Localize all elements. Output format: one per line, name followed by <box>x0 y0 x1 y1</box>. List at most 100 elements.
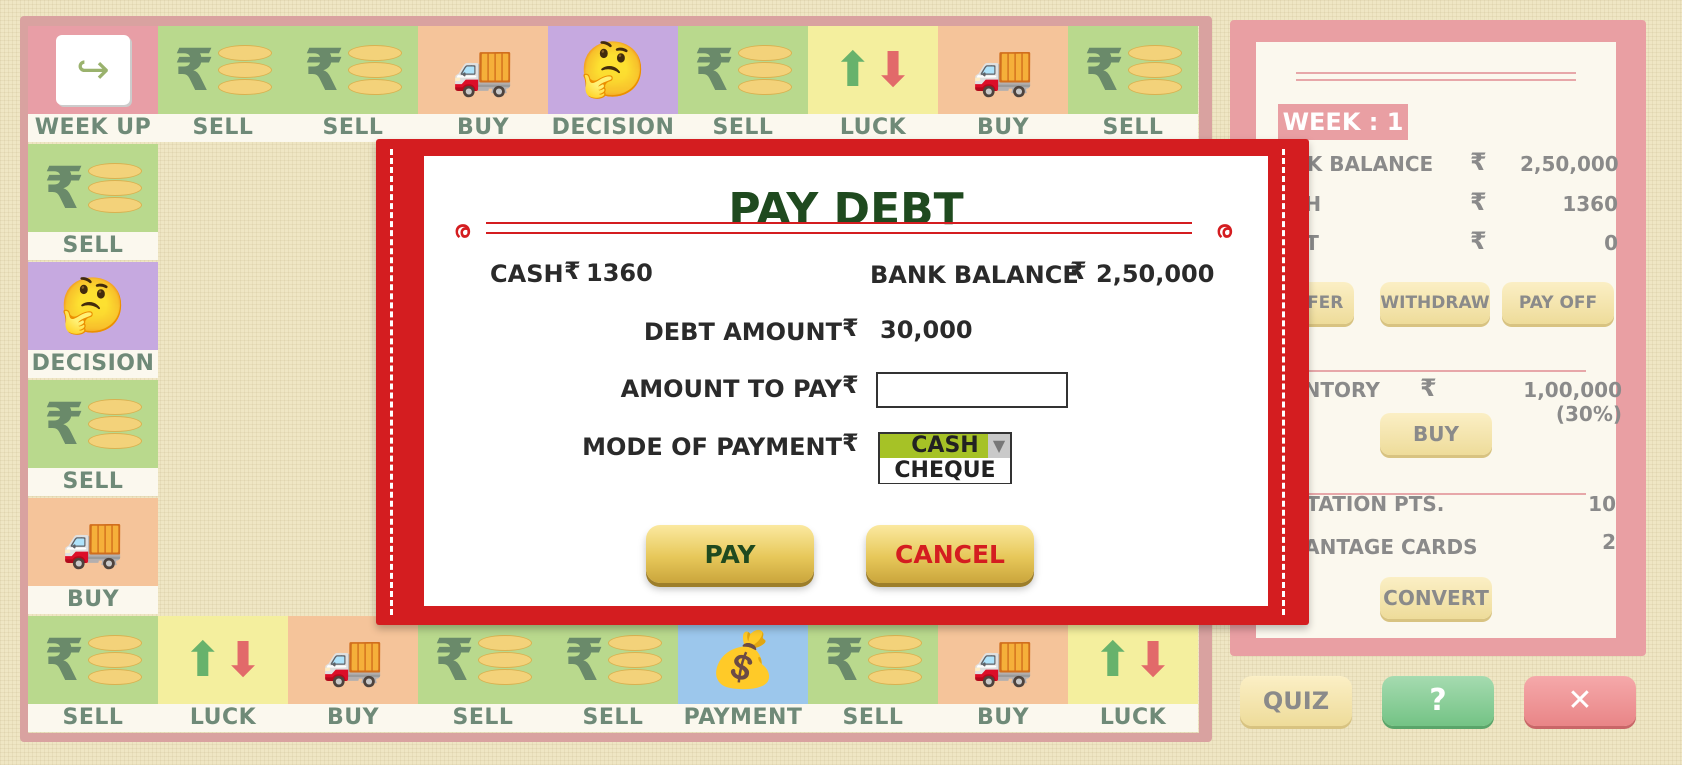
pay-debt-dialog: PAY DEBT ര ര CASH ₹ 1360 BANK BALANCE ₹ … <box>376 139 1309 625</box>
board-tile-luck: ⬆⬇ LUCK <box>1068 616 1198 734</box>
tile-label: SELL <box>1068 114 1198 142</box>
rupee-icon: ₹ <box>1470 148 1487 176</box>
tile-label: SELL <box>28 704 158 732</box>
truck-icon: 🚚 <box>288 616 418 704</box>
rupee-coins-icon: ₹ <box>808 616 938 704</box>
board-tile-week-up: ↪ WEEK UP <box>28 26 158 144</box>
swirl-ornament-left-icon: ര <box>454 218 470 243</box>
tile-label: WEEK UP <box>28 114 158 142</box>
buy-inventory-button[interactable]: BUY <box>1380 413 1492 455</box>
convert-button[interactable]: CONVERT <box>1380 577 1492 619</box>
pay-button[interactable]: PAY <box>646 525 814 583</box>
quiz-button[interactable]: QUIZ <box>1240 676 1352 726</box>
mode-of-payment-label: MODE OF PAYMENT <box>582 433 842 461</box>
rupee-icon: ₹ <box>1420 374 1437 402</box>
board-tile-sell: ₹ SELL <box>808 616 938 734</box>
dialog-body: PAY DEBT ര ര CASH ₹ 1360 BANK BALANCE ₹ … <box>424 156 1268 606</box>
cash-value: 1360 <box>1562 192 1618 216</box>
title-rule <box>486 232 1192 234</box>
tile-label: BUY <box>418 114 548 142</box>
debt-amount-value: 30,000 <box>880 316 973 344</box>
close-button[interactable]: ✕ <box>1524 676 1636 726</box>
thumbs-arrows-icon: ⬆⬇ <box>158 616 288 704</box>
tile-label: LUCK <box>1068 704 1198 732</box>
truck-icon: 🚚 <box>418 26 548 114</box>
board-tile-sell: ₹ SELL <box>678 26 808 144</box>
bank-balance-label: NK BALANCE <box>1290 152 1434 176</box>
truck-icon: 🚚 <box>28 498 158 586</box>
bank-balance-value: 2,50,000 <box>1096 260 1215 288</box>
reputation-label: UTATION PTS. <box>1290 492 1445 516</box>
bank-balance-label: BANK BALANCE <box>870 261 1079 289</box>
payment-mode-select[interactable]: CASH ▼ CHEQUE <box>878 432 1012 484</box>
board-tile-buy: 🚚 BUY <box>938 616 1068 734</box>
tile-label: SELL <box>548 704 678 732</box>
tile-label: LUCK <box>808 114 938 142</box>
tile-label: PAYMENT <box>678 704 808 732</box>
board-tile-sell: ₹ SELL <box>158 26 288 144</box>
pay-off-button[interactable]: PAY OFF <box>1502 282 1614 324</box>
withdraw-button[interactable]: WITHDRAW <box>1380 282 1490 324</box>
rupee-icon: ₹ <box>1070 257 1087 285</box>
rupee-icon: ₹ <box>1470 227 1487 255</box>
title-rule <box>486 222 1192 224</box>
tile-label: DECISION <box>548 114 678 142</box>
stitch-border-right <box>1282 149 1307 615</box>
tile-label: SELL <box>288 114 418 142</box>
board-tile-luck: ⬆⬇ LUCK <box>158 616 288 734</box>
week-badge: WEEK : 1 <box>1278 104 1408 140</box>
debt-value: 0 <box>1604 231 1618 255</box>
thumbs-arrows-icon: ⬆⬇ <box>1068 616 1198 704</box>
reputation-value: 10 <box>1588 492 1616 516</box>
rupee-coins-icon: ₹ <box>1068 26 1198 114</box>
cash-value: 1360 <box>586 259 653 287</box>
rupee-coins-icon: ₹ <box>158 26 288 114</box>
swirl-ornament-right-icon: ര <box>1216 218 1232 243</box>
tile-label: BUY <box>938 114 1068 142</box>
moneybag-gavel-icon: 💰 <box>678 616 808 704</box>
board-tile-decision: 🤔 DECISION <box>28 262 158 380</box>
calendar-arrow-icon: ↪ <box>28 26 158 114</box>
board-tile-sell: ₹ SELL <box>548 616 678 734</box>
board-tile-sell: ₹ SELL <box>1068 26 1198 144</box>
divider <box>1286 370 1586 372</box>
dropdown-arrow-icon[interactable]: ▼ <box>988 434 1010 458</box>
rupee-icon: ₹ <box>842 371 859 399</box>
board-tile-payment: 💰 PAYMENT <box>678 616 808 734</box>
advantage-cards-value: 2 <box>1602 530 1616 554</box>
ornament-rule <box>1296 79 1576 81</box>
rupee-icon: ₹ <box>842 314 859 342</box>
tile-label: SELL <box>808 704 938 732</box>
rupee-coins-icon: ₹ <box>28 380 158 468</box>
board-tile-sell: ₹ SELL <box>28 144 158 262</box>
rupee-icon: ₹ <box>564 257 581 285</box>
amount-to-pay-input[interactable] <box>876 372 1068 408</box>
thinking-face-icon: 🤔 <box>548 26 678 114</box>
board-tile-sell: ₹ SELL <box>28 616 158 734</box>
tile-label: BUY <box>288 704 418 732</box>
truck-icon: 🚚 <box>938 616 1068 704</box>
rupee-icon: ₹ <box>1470 188 1487 216</box>
rupee-coins-icon: ₹ <box>548 616 678 704</box>
rupee-coins-icon: ₹ <box>28 616 158 704</box>
debt-amount-label: DEBT AMOUNT <box>643 318 842 346</box>
tile-label: SELL <box>418 704 548 732</box>
board-tile-buy: 🚚 BUY <box>28 498 158 616</box>
amount-to-pay-label: AMOUNT TO PAY <box>620 375 842 403</box>
rupee-coins-icon: ₹ <box>418 616 548 704</box>
board-tile-buy: 🚚 BUY <box>418 26 548 144</box>
advantage-cards-label: VANTAGE CARDS <box>1290 535 1478 559</box>
cash-label: CASH <box>490 260 564 288</box>
board-tile-decision: 🤔 DECISION <box>548 26 678 144</box>
tile-label: SELL <box>28 468 158 496</box>
tile-label: SELL <box>678 114 808 142</box>
help-button[interactable]: ? <box>1382 676 1494 726</box>
bank-balance-value: 2,50,000 <box>1520 152 1619 176</box>
payment-mode-option-cheque[interactable]: CHEQUE <box>880 459 1010 483</box>
board-tile-sell: ₹ SELL <box>28 380 158 498</box>
dialog-title: PAY DEBT <box>728 184 964 235</box>
board-tile-buy: 🚚 BUY <box>288 616 418 734</box>
cancel-button[interactable]: CANCEL <box>866 525 1034 583</box>
tile-label: BUY <box>28 586 158 614</box>
rupee-icon: ₹ <box>842 429 859 457</box>
